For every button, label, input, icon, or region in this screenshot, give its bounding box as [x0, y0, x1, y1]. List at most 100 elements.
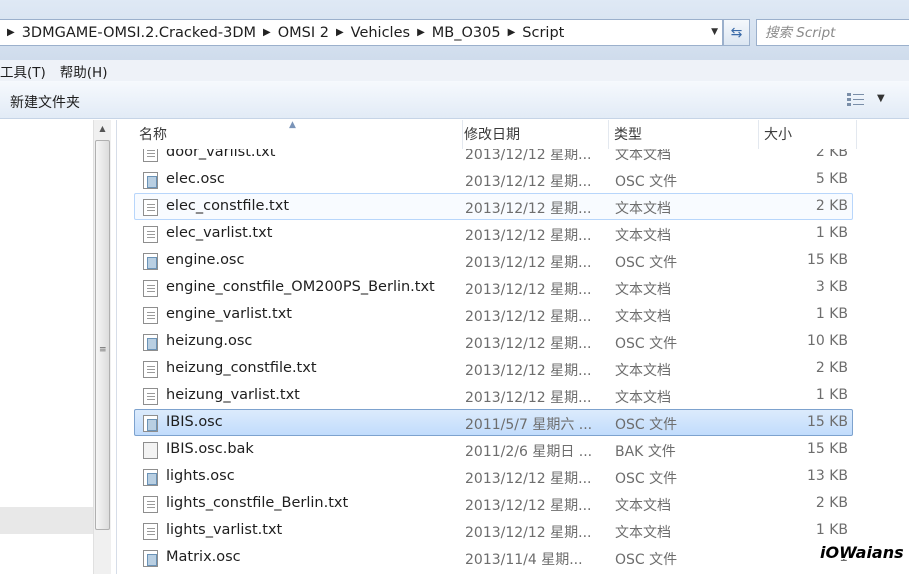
text-file-icon — [143, 523, 158, 540]
file-date-modified: 2013/12/12 星期... — [465, 282, 592, 298]
file-row[interactable]: heizung_constfile.txt 2013/12/12 星期... 文本文… — [134, 355, 853, 382]
menu-tools[interactable]: 工具(T) — [0, 61, 54, 81]
file-row[interactable]: Matrix.osc 2013/11/4 星期... OSC 文件 1 — [134, 544, 853, 571]
column-header: ▲ 名称 修改日期 类型 大小 — [117, 120, 909, 149]
search-box[interactable] — [756, 19, 909, 46]
search-input[interactable] — [757, 20, 909, 45]
file-type: 文本文档 — [615, 363, 671, 379]
text-file-icon — [143, 361, 158, 378]
address-bar[interactable]: ▶ 3DMGAME-OMSI.2.Cracked-3DM ▶ OMSI 2 ▶ … — [0, 19, 723, 46]
file-list: door_varlist.txt 2013/12/12 星期... 文本文档 2 KB… — [117, 149, 909, 574]
file-name: lights_constfile_Berlin.txt — [166, 495, 349, 511]
file-type: OSC 文件 — [615, 174, 678, 190]
file-date-modified: 2013/12/12 星期... — [465, 309, 592, 325]
file-row[interactable]: IBIS.osc 2011/5/7 星期六 ... OSC 文件 15 KB — [134, 409, 853, 436]
scrollbar-thumb[interactable]: ≡ — [95, 140, 110, 530]
file-name: lights.osc — [166, 468, 235, 484]
breadcrumb-item[interactable]: Script — [522, 25, 564, 41]
address-history-dropdown-icon[interactable]: ▼ — [711, 27, 718, 37]
view-dropdown-icon[interactable]: ▼ — [877, 93, 885, 104]
file-size: 1 KB — [815, 225, 848, 241]
column-date-modified[interactable]: 修改日期 — [459, 120, 609, 149]
refresh-button[interactable]: ⇆ — [723, 19, 750, 46]
file-size: 1 KB — [815, 306, 848, 322]
file-type: 文本文档 — [615, 201, 671, 217]
breadcrumb-item[interactable]: Vehicles — [351, 25, 410, 41]
file-date-modified: 2013/12/12 星期... — [465, 498, 592, 514]
text-file-icon — [143, 226, 158, 243]
file-type: 文本文档 — [615, 525, 671, 541]
file-row[interactable]: heizung_varlist.txt 2013/12/12 星期... 文本文档 1… — [134, 382, 853, 409]
navigation-pane: ▲ ≡ — [0, 120, 117, 574]
file-size: 10 KB — [806, 333, 848, 349]
file-row[interactable]: engine_constfile_OM200PS_Berlin.txt 2013/… — [134, 274, 853, 301]
file-name: engine_varlist.txt — [166, 306, 292, 322]
column-name[interactable]: 名称 — [134, 120, 463, 149]
refresh-icon: ⇆ — [730, 24, 743, 41]
file-date-modified: 2013/12/12 星期... — [465, 471, 592, 487]
file-type: 文本文档 — [615, 228, 671, 244]
file-row[interactable]: lights_constfile_Berlin.txt 2013/12/12 星期… — [134, 490, 853, 517]
file-row[interactable]: IBIS.osc.bak 2011/2/6 星期日 ... BAK 文件 15 KB — [134, 436, 853, 463]
file-name: heizung_constfile.txt — [166, 360, 317, 376]
text-file-icon — [143, 388, 158, 405]
breadcrumb-item[interactable]: 3DMGAME-OMSI.2.Cracked-3DM — [22, 25, 256, 41]
file-row[interactable]: elec_constfile.txt 2013/12/12 星期... 文本文档 2 … — [134, 193, 853, 220]
file-row[interactable]: lights.osc 2013/12/12 星期... OSC 文件 13 KB — [134, 463, 853, 490]
breadcrumb-arrow-icon[interactable]: ▶ — [7, 27, 15, 38]
file-name: Matrix.osc — [166, 549, 241, 565]
file-name: elec_constfile.txt — [166, 198, 290, 214]
text-file-icon — [143, 149, 158, 162]
file-row[interactable]: engine_varlist.txt 2013/12/12 星期... 文本文档 1 … — [134, 301, 853, 328]
file-type: OSC 文件 — [615, 471, 678, 487]
breadcrumb-arrow-icon[interactable]: ▶ — [417, 27, 425, 38]
file-type: OSC 文件 — [615, 552, 678, 568]
file-row[interactable]: elec_varlist.txt 2013/12/12 星期... 文本文档 1 KB — [134, 220, 853, 247]
file-name: IBIS.osc — [166, 414, 223, 430]
breadcrumb-arrow-icon[interactable]: ▶ — [336, 27, 344, 38]
breadcrumb-item[interactable]: MB_O305 — [432, 25, 501, 41]
nav-selected-item[interactable] — [0, 507, 93, 534]
file-date-modified: 2013/12/12 星期... — [465, 174, 592, 190]
file-size: 2 KB — [815, 149, 848, 160]
file-date-modified: 2011/2/6 星期日 ... — [465, 444, 593, 460]
file-date-modified: 2011/5/7 星期六 ... — [465, 417, 593, 433]
menu-help[interactable]: 帮助(H) — [60, 61, 116, 81]
osc-file-icon — [143, 172, 158, 189]
file-row[interactable]: heizung.osc 2013/12/12 星期... OSC 文件 10 KB — [134, 328, 853, 355]
file-date-modified: 2013/12/12 星期... — [465, 525, 592, 541]
column-type[interactable]: 类型 — [609, 120, 759, 149]
breadcrumb-arrow-icon[interactable]: ▶ — [263, 27, 271, 38]
view-options-icon[interactable] — [846, 92, 866, 108]
file-date-modified: 2013/12/12 星期... — [465, 228, 592, 244]
file-row[interactable]: elec.osc 2013/12/12 星期... OSC 文件 5 KB — [134, 166, 853, 193]
file-name: door_varlist.txt — [166, 149, 276, 160]
file-row[interactable]: door_varlist.txt 2013/12/12 星期... 文本文档 2 KB — [134, 149, 853, 166]
new-folder-button[interactable]: 新建文件夹 — [10, 92, 80, 112]
file-type: 文本文档 — [615, 149, 671, 163]
file-name: elec.osc — [166, 171, 225, 187]
text-file-icon — [143, 496, 158, 513]
grip-icon: ≡ — [99, 345, 107, 355]
file-size: 5 KB — [815, 171, 848, 187]
file-size: 1 KB — [815, 522, 848, 538]
breadcrumb-arrow-icon[interactable]: ▶ — [508, 27, 516, 38]
breadcrumb-item[interactable]: OMSI 2 — [278, 25, 329, 41]
file-name: engine.osc — [166, 252, 245, 268]
file-size: 13 KB — [806, 468, 848, 484]
column-size[interactable]: 大小 — [759, 120, 857, 149]
file-name: elec_varlist.txt — [166, 225, 273, 241]
nav-scrollbar[interactable]: ▲ ≡ — [93, 120, 111, 574]
file-row[interactable]: engine.osc 2013/12/12 星期... OSC 文件 15 KB — [134, 247, 853, 274]
file-type: OSC 文件 — [615, 417, 678, 433]
file-type: 文本文档 — [615, 390, 671, 406]
osc-file-icon — [143, 415, 158, 432]
address-bar-row: ▶ 3DMGAME-OMSI.2.Cracked-3DM ▶ OMSI 2 ▶ … — [0, 0, 909, 60]
file-row[interactable]: lights_varlist.txt 2013/12/12 星期... 文本文档 1 … — [134, 517, 853, 544]
file-date-modified: 2013/12/12 星期... — [465, 363, 592, 379]
text-file-icon — [143, 199, 158, 216]
file-name: heizung_varlist.txt — [166, 387, 300, 403]
scroll-up-icon[interactable]: ▲ — [94, 120, 111, 138]
file-name: IBIS.osc.bak — [166, 441, 254, 457]
file-size: 2 KB — [815, 360, 848, 376]
